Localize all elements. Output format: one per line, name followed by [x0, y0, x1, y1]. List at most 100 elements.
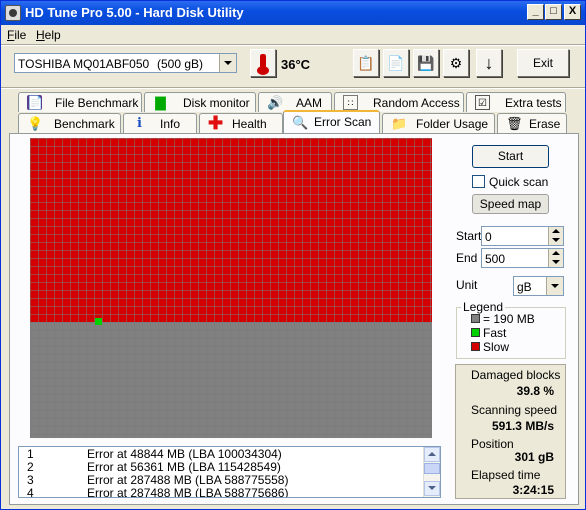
- menu-file[interactable]: File: [7, 28, 26, 42]
- end-field-label: End: [456, 251, 478, 265]
- tab-label: AAM: [296, 96, 323, 110]
- file-benchmark-icon: 📄: [27, 95, 44, 110]
- list-item[interactable]: 4 Error at 287488 MB (LBA 588775686): [19, 487, 423, 498]
- damaged-blocks-label: Damaged blocks: [471, 368, 561, 382]
- speed-map-button[interactable]: Speed map: [472, 194, 549, 214]
- elapsed-time-value: 3:24:15: [512, 483, 554, 497]
- random-access-icon: ∷: [343, 95, 358, 110]
- window-title: HD Tune Pro 5.00 - Hard Disk Utility: [25, 5, 244, 20]
- legend-block-size-label: = 190 MB: [483, 312, 535, 326]
- quick-scan-checkbox[interactable]: [472, 175, 485, 188]
- tab-benchmark[interactable]: 💡 Benchmark: [18, 113, 121, 133]
- tab-label: Folder Usage: [416, 117, 489, 131]
- copy-info-button[interactable]: 📋: [353, 49, 379, 77]
- extra-tests-icon: ☑: [475, 95, 490, 110]
- menu-help[interactable]: Help: [36, 28, 61, 42]
- lightbulb-icon: 💡: [27, 116, 44, 131]
- scanning-speed-value: 591.3 MB/s: [491, 419, 554, 433]
- exit-button[interactable]: Exit: [517, 49, 569, 77]
- tab-label: Random Access: [373, 96, 460, 110]
- arrow-down-icon: ↓: [484, 53, 494, 73]
- start-field[interactable]: 0: [481, 226, 564, 246]
- tab-aam[interactable]: 🔊 AAM: [258, 92, 332, 112]
- error-index: 4: [27, 486, 34, 498]
- legend-fast-label: Fast: [483, 326, 507, 340]
- log-scrollbar[interactable]: [423, 447, 440, 497]
- save-button[interactable]: 💾: [413, 49, 439, 77]
- end-field-value: 500: [485, 252, 506, 266]
- menu-bar: File Help: [1, 25, 585, 44]
- error-text: Error at 287488 MB (LBA 588775686): [87, 486, 289, 498]
- minimize-button[interactable]: _: [527, 4, 544, 20]
- temperature-readout: 36°C: [281, 57, 311, 72]
- tab-label: Benchmark: [54, 117, 115, 131]
- tab-erase[interactable]: 🗑 Erase: [497, 113, 567, 133]
- tab-disk-monitor[interactable]: ▇ Disk monitor: [144, 92, 256, 112]
- end-field[interactable]: 500: [481, 248, 564, 268]
- quick-scan-label: Quick scan: [489, 175, 549, 189]
- thermometer-icon: [257, 54, 269, 75]
- clipboard-icon: 📄: [387, 55, 405, 71]
- tab-error-scan[interactable]: 🔍 Error Scan: [283, 110, 380, 133]
- unit-label: Unit: [456, 278, 478, 292]
- maximize-button[interactable]: □: [545, 4, 562, 20]
- error-scan-block-map: [30, 138, 432, 438]
- drive-select[interactable]: TOSHIBA MQ01ABF050 (500 gB): [14, 53, 237, 73]
- tab-health[interactable]: ✚ Health: [199, 113, 283, 133]
- start-field-label: Start: [456, 229, 482, 243]
- drive-name: TOSHIBA MQ01ABF050: [18, 57, 150, 71]
- speaker-icon: 🔊: [267, 95, 284, 110]
- scroll-thumb[interactable]: [424, 463, 440, 474]
- tab-folder-usage[interactable]: 📁 Folder Usage: [382, 113, 495, 133]
- legend-swatch-block-size: [471, 314, 480, 323]
- spinner-arrows-icon[interactable]: [548, 227, 563, 245]
- trash-icon: 🗑: [506, 116, 523, 131]
- start-button[interactable]: Start: [472, 145, 549, 168]
- tab-label: Extra tests: [505, 96, 562, 110]
- exit-label: Exit: [532, 56, 553, 70]
- tab-label: File Benchmark: [55, 96, 139, 110]
- damaged-blocks-value: 39.8 %: [516, 384, 554, 398]
- magnifier-icon: 🔍: [292, 115, 309, 130]
- elapsed-time-label: Elapsed time: [471, 468, 541, 482]
- hdtune-app-icon: [5, 5, 21, 21]
- scanning-speed-label: Scanning speed: [471, 403, 558, 417]
- spinner-arrows-icon[interactable]: [548, 249, 563, 267]
- drive-size: (500 gB): [157, 57, 204, 71]
- copy-screenshot-button[interactable]: 📄: [383, 49, 409, 77]
- unit-select[interactable]: gB: [513, 276, 564, 296]
- temperature-button[interactable]: [250, 49, 276, 77]
- disk-monitor-icon: ▇: [155, 95, 166, 110]
- fast-block: [95, 318, 102, 325]
- scroll-down-icon[interactable]: [424, 481, 440, 496]
- copy-icon: 📋: [357, 55, 375, 71]
- error-log-list[interactable]: 1 Error at 48844 MB (LBA 100034304) 2 Er…: [18, 446, 441, 498]
- legend-swatch-slow: [471, 342, 480, 351]
- tab-label: Disk monitor: [183, 96, 250, 110]
- tab-random-access[interactable]: ∷ Random Access: [334, 92, 464, 112]
- chevron-down-icon[interactable]: [546, 277, 563, 295]
- download-button[interactable]: ↓: [476, 49, 502, 77]
- title-bar[interactable]: HD Tune Pro 5.00 - Hard Disk Utility _ □…: [1, 1, 585, 25]
- scroll-up-icon[interactable]: [424, 447, 440, 462]
- gears-icon: ⚙: [449, 55, 463, 71]
- toolbar-divider: [1, 87, 585, 89]
- app-window: HD Tune Pro 5.00 - Hard Disk Utility _ □…: [0, 0, 586, 510]
- tab-label: Error Scan: [314, 115, 372, 129]
- folder-icon: 📁: [391, 116, 408, 131]
- save-disk-icon: 💾: [417, 55, 435, 71]
- position-label: Position: [471, 437, 514, 451]
- health-cross-icon: ✚: [208, 113, 224, 133]
- tab-label: Erase: [529, 117, 561, 131]
- legend-swatch-fast: [471, 328, 480, 337]
- tab-extra-tests[interactable]: ☑ Extra tests: [466, 92, 566, 112]
- chevron-down-icon[interactable]: [219, 54, 236, 72]
- options-button[interactable]: ⚙: [443, 49, 469, 77]
- close-button[interactable]: X: [564, 4, 581, 20]
- position-value: 301 gB: [514, 450, 554, 464]
- tab-label: Health: [232, 117, 267, 131]
- tab-file-benchmark[interactable]: 📄 File Benchmark: [18, 92, 142, 112]
- block-grid-lines: [30, 138, 432, 438]
- tab-info[interactable]: i Info: [123, 113, 197, 133]
- menu-divider: [1, 44, 585, 46]
